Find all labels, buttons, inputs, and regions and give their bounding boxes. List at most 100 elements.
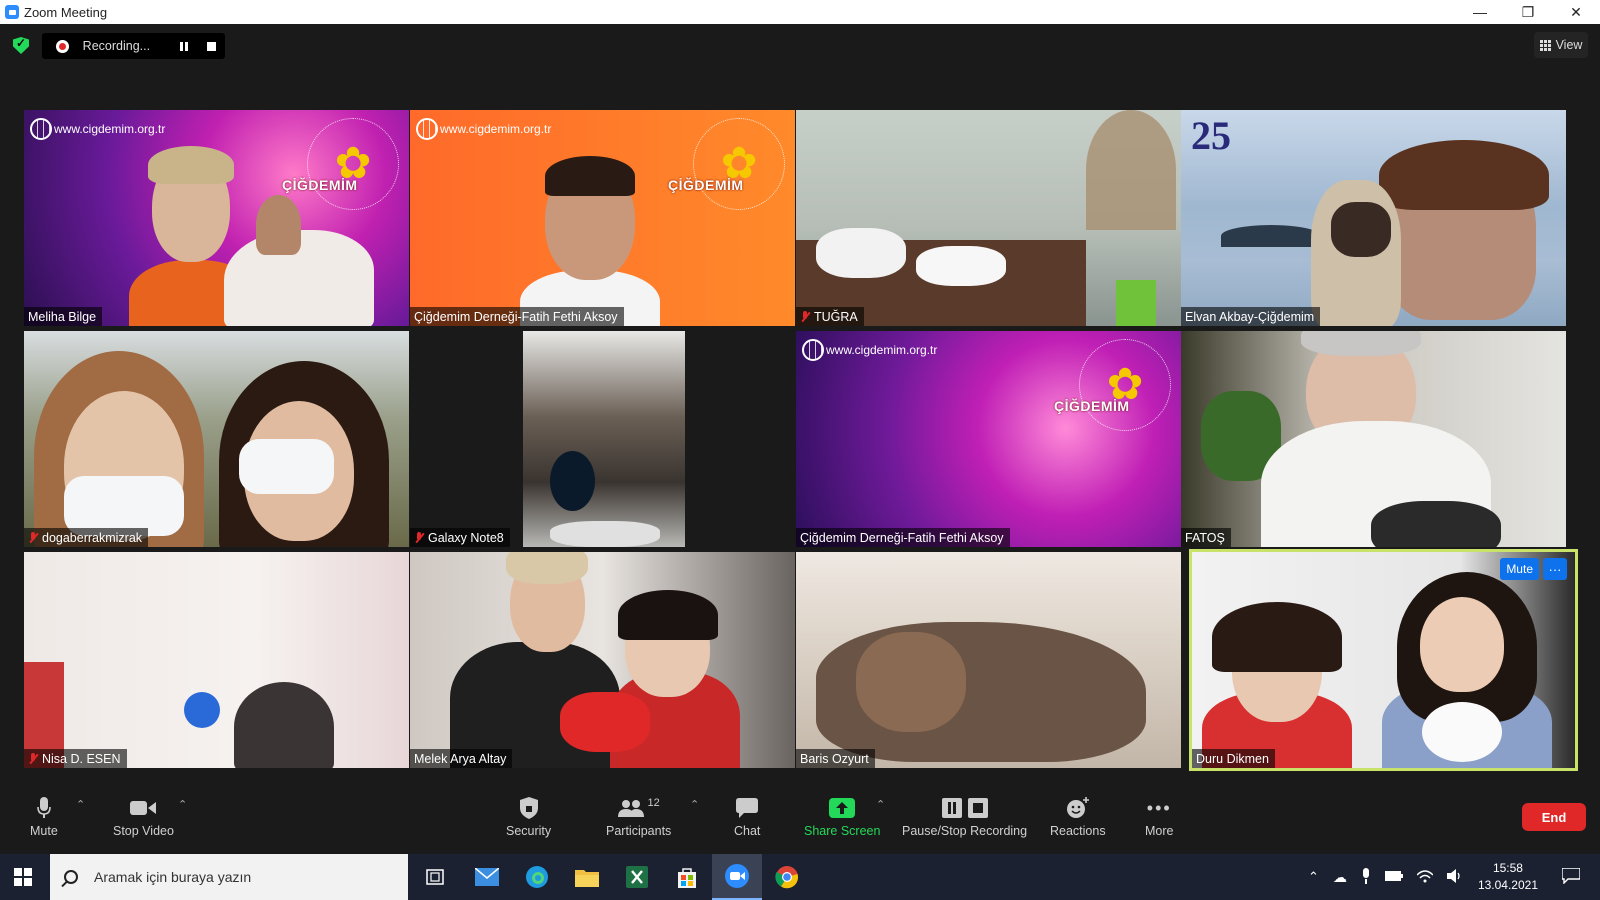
org-logo-text: ÇİĞDEMİM xyxy=(1054,398,1130,414)
participant-name-label: Çiğdemim Derneği-Fatih Fethi Aksoy xyxy=(410,307,624,326)
globe-icon xyxy=(30,118,52,140)
tile-mute-button[interactable]: Mute xyxy=(1500,558,1539,580)
participants-caret-icon[interactable]: ⌃ xyxy=(690,798,699,811)
website-url: www.cigdemim.org.tr xyxy=(440,122,552,136)
video-tile[interactable]: www.cigdemim.org.tr ✿ ÇİĞDEMİM Meliha Bil… xyxy=(24,110,409,326)
participants-count-badge: 12 xyxy=(647,797,660,809)
share-screen-button[interactable]: Share Screen xyxy=(804,794,880,838)
security-button[interactable]: Security xyxy=(506,794,551,838)
more-dots-icon: ••• xyxy=(1146,797,1172,818)
onedrive-cloud-icon[interactable]: ☁ xyxy=(1333,869,1347,886)
chat-button[interactable]: Chat xyxy=(734,794,760,838)
volume-icon[interactable] xyxy=(1446,868,1463,886)
participant-name-label: dogaberrakmizrak xyxy=(24,528,149,547)
muted-mic-icon xyxy=(800,310,810,323)
notification-center-icon[interactable] xyxy=(1561,866,1581,887)
windows-taskbar: Aramak için buraya yazın ⌃ ☁ 15:58 13.04… xyxy=(0,854,1600,900)
zoom-taskbar-icon[interactable] xyxy=(712,854,762,900)
globe-icon xyxy=(416,118,438,140)
meeting-topbar: Recording... View xyxy=(0,24,1600,64)
video-tile[interactable]: www.cigdemim.org.tr ✿ ÇİĞDEMİM Çiğdemim D… xyxy=(410,110,795,326)
wifi-icon[interactable] xyxy=(1416,869,1434,886)
video-tile-active-speaker[interactable]: Mute ··· Duru Dikmen xyxy=(1189,549,1578,771)
participant-name-label: FATOŞ xyxy=(1181,528,1231,547)
cigdemim-logo: ✿ ÇİĞDEMİM xyxy=(668,118,785,210)
system-tray: ⌃ ☁ 15:58 13.04.2021 xyxy=(1301,854,1600,900)
taskbar-clock[interactable]: 15:58 13.04.2021 xyxy=(1478,860,1538,894)
more-button[interactable]: ••• More xyxy=(1145,794,1173,839)
file-explorer-icon[interactable] xyxy=(562,854,612,900)
video-tile[interactable]: www.cigdemim.org.tr ✿ ÇİĞDEMİM Çiğdemim D… xyxy=(796,331,1181,547)
stop-recording-button[interactable] xyxy=(198,33,225,59)
microphone-icon xyxy=(37,794,51,822)
video-tile[interactable]: TUĞRA xyxy=(796,110,1181,326)
video-tile[interactable]: Melek Arya Altay xyxy=(410,552,795,768)
mail-app-icon[interactable] xyxy=(462,854,512,900)
recording-label: Recording... xyxy=(82,39,151,53)
chat-bubble-icon xyxy=(736,794,759,822)
participant-name-label: Melek Arya Altay xyxy=(410,749,513,768)
video-tile[interactable]: Galaxy Note8 xyxy=(410,331,795,547)
window-titlebar: Zoom Meeting — ❐ ✕ xyxy=(0,0,1600,24)
video-tile[interactable]: 25 Elvan Akbay-Çiğdemim xyxy=(1181,110,1566,326)
view-button[interactable]: View xyxy=(1534,32,1588,58)
clock-time: 15:58 xyxy=(1492,861,1523,875)
reactions-button[interactable]: Reactions xyxy=(1050,794,1106,838)
website-watermark: www.cigdemim.org.tr xyxy=(30,118,165,140)
website-url: www.cigdemim.org.tr xyxy=(54,122,166,136)
restore-icon[interactable]: ❐ xyxy=(1504,0,1552,24)
microphone-tray-icon[interactable] xyxy=(1361,867,1371,887)
video-tile[interactable]: dogaberrakmizrak xyxy=(24,331,409,547)
tray-chevron-up-icon[interactable]: ⌃ xyxy=(1308,869,1319,885)
store-app-icon[interactable] xyxy=(662,854,712,900)
view-button-label: View xyxy=(1555,38,1583,52)
stop-video-button[interactable]: Stop Video xyxy=(113,794,174,838)
meeting-toolbar: Mute ⌃ Stop Video ⌃ Security 12 Particip… xyxy=(0,786,1600,854)
website-url: www.cigdemim.org.tr xyxy=(826,343,938,357)
muted-mic-icon xyxy=(28,531,38,544)
search-placeholder: Aramak için buraya yazın xyxy=(94,869,252,885)
participant-name-label: Elvan Akbay-Çiğdemim xyxy=(1181,307,1321,326)
video-options-caret-icon[interactable]: ⌃ xyxy=(178,798,187,811)
battery-icon[interactable] xyxy=(1384,870,1403,884)
task-view-icon[interactable] xyxy=(410,854,460,900)
muted-mic-icon xyxy=(28,752,38,765)
muted-mic-icon xyxy=(414,531,424,544)
participant-name-label: Duru Dikmen xyxy=(1192,749,1275,768)
audio-options-caret-icon[interactable]: ⌃ xyxy=(76,798,85,811)
window-title: Zoom Meeting xyxy=(24,4,108,20)
org-logo-text: ÇİĞDEMİM xyxy=(282,177,358,193)
recording-dot-icon xyxy=(56,39,69,53)
security-shield-icon xyxy=(519,794,538,822)
end-meeting-button[interactable]: End xyxy=(1522,803,1586,831)
share-options-caret-icon[interactable]: ⌃ xyxy=(876,798,885,811)
video-tile[interactable]: Nisa D. ESEN xyxy=(24,552,409,768)
mute-button[interactable]: Mute xyxy=(30,794,58,838)
pause-stop-recording-button[interactable]: Pause/Stop Recording xyxy=(902,794,1027,838)
close-icon[interactable]: ✕ xyxy=(1552,0,1600,24)
excel-app-icon[interactable] xyxy=(612,854,662,900)
edge-browser-icon[interactable] xyxy=(512,854,562,900)
video-tile[interactable]: Baris Ozyurt xyxy=(796,552,1181,768)
smiley-plus-icon xyxy=(1066,794,1090,822)
video-tile[interactable]: FATOŞ xyxy=(1181,331,1566,547)
website-watermark: www.cigdemim.org.tr xyxy=(802,339,937,361)
participant-name-label: Meliha Bilge xyxy=(24,307,103,326)
minimize-icon[interactable]: — xyxy=(1456,0,1504,24)
website-watermark: www.cigdemim.org.tr xyxy=(416,118,551,140)
share-screen-icon xyxy=(829,794,856,822)
pause-recording-button[interactable] xyxy=(170,33,197,59)
participant-name-label: Galaxy Note8 xyxy=(410,528,510,547)
org-logo-text: ÇİĞDEMİM xyxy=(668,177,744,193)
grid-icon xyxy=(1539,39,1551,51)
pause-stop-icon xyxy=(940,794,990,822)
participant-name-label: TUĞRA xyxy=(796,307,864,326)
video-gallery: www.cigdemim.org.tr ✿ ÇİĞDEMİM Meliha Bil… xyxy=(0,64,1600,786)
encryption-shield-icon[interactable] xyxy=(13,37,29,54)
taskbar-search[interactable]: Aramak için buraya yazın xyxy=(50,854,408,900)
participants-button[interactable]: 12 Participants xyxy=(606,794,671,838)
video-camera-icon xyxy=(130,794,157,822)
chrome-browser-icon[interactable] xyxy=(762,854,812,900)
windows-start-icon[interactable] xyxy=(14,868,32,886)
tile-more-button[interactable]: ··· xyxy=(1543,558,1567,580)
